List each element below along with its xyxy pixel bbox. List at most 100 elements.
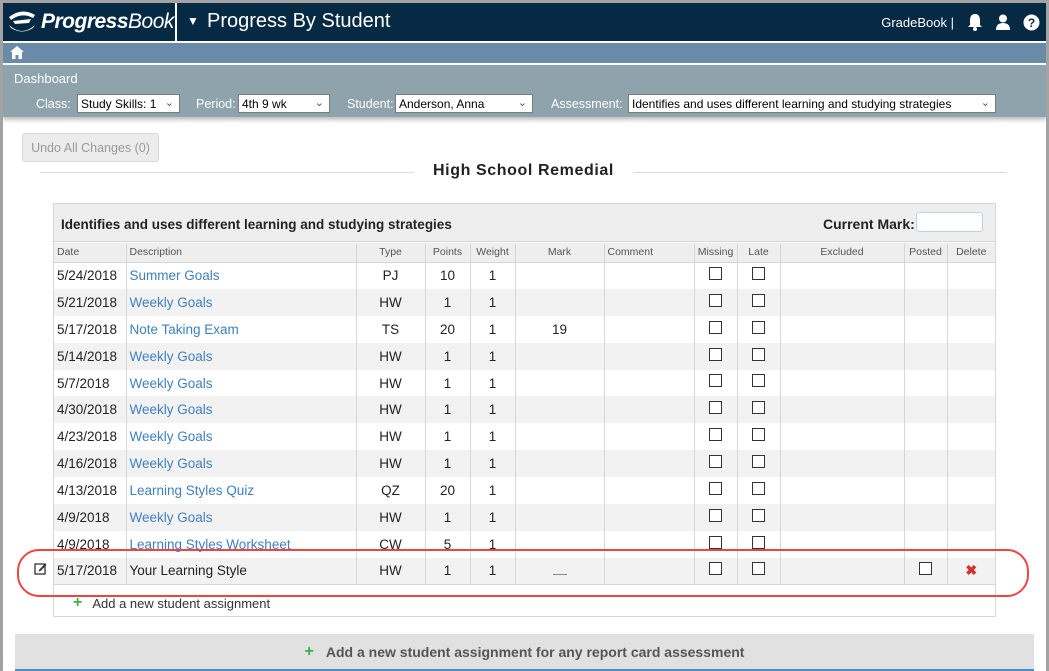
delete-cell	[946, 477, 995, 505]
col-header-posted[interactable]: Posted	[903, 243, 947, 263]
assignment-link[interactable]: Weekly Goals	[130, 376, 213, 391]
assessment-select[interactable]: Identifies and uses different learning a…	[628, 94, 996, 113]
edit-icon[interactable]	[34, 562, 47, 575]
comment-cell[interactable]	[603, 396, 694, 424]
mark-cell[interactable]	[514, 288, 604, 316]
assignment-link[interactable]: Weekly Goals	[130, 402, 213, 417]
comment-cell[interactable]	[603, 557, 694, 586]
home-icon[interactable]	[10, 46, 24, 59]
comment-cell[interactable]	[603, 477, 694, 505]
add-any-assessment-button[interactable]: + Add a new student assignment for any r…	[15, 634, 1034, 671]
late-checkbox[interactable]	[752, 482, 765, 495]
late-checkbox[interactable]	[752, 455, 765, 469]
type-cell[interactable]: HW	[355, 557, 425, 586]
help-icon[interactable]: ?	[1022, 13, 1040, 31]
period-select[interactable]: 4th 9 wk ⌄	[238, 94, 330, 113]
breadcrumb-dashboard[interactable]: Dashboard	[14, 71, 78, 86]
progressbook-logo[interactable]: ProgressBook	[7, 7, 174, 37]
assignment-link[interactable]: Learning Styles Worksheet	[130, 537, 291, 552]
late-checkbox[interactable]	[752, 320, 765, 334]
col-header-points[interactable]: Points	[424, 243, 470, 263]
assignment-link[interactable]: Weekly Goals	[130, 429, 213, 444]
missing-checkbox[interactable]	[709, 374, 722, 388]
late-checkbox[interactable]	[752, 428, 765, 442]
late-checkbox[interactable]	[752, 562, 765, 576]
mark-cell[interactable]	[514, 530, 604, 558]
undo-all-changes-button[interactable]: Undo All Changes (0)	[22, 133, 159, 162]
late-checkbox[interactable]	[752, 347, 765, 361]
col-header-description[interactable]: Description	[125, 243, 356, 263]
late-checkbox[interactable]	[752, 293, 765, 307]
mark-cell[interactable]	[514, 423, 604, 451]
col-header-delete[interactable]: Delete	[946, 243, 995, 263]
col-header-late[interactable]: Late	[736, 243, 780, 263]
posted-checkbox[interactable]	[919, 562, 932, 576]
date-cell[interactable]: 5/17/2018	[54, 557, 126, 586]
comment-cell[interactable]	[603, 450, 694, 478]
missing-checkbox[interactable]	[709, 562, 722, 576]
mark-cell[interactable]	[514, 557, 604, 586]
col-header-mark[interactable]: Mark	[514, 243, 604, 263]
col-header-excluded[interactable]: Excluded	[779, 243, 904, 263]
missing-checkbox[interactable]	[709, 401, 722, 415]
mark-cell[interactable]	[514, 450, 604, 478]
mark-cell[interactable]	[514, 396, 604, 424]
missing-checkbox[interactable]	[709, 482, 722, 495]
assignment-link[interactable]: Weekly Goals	[130, 295, 213, 310]
assignment-link[interactable]: Weekly Goals	[130, 349, 213, 364]
assignment-link[interactable]: Weekly Goals	[130, 456, 213, 471]
mark-cell[interactable]	[514, 342, 604, 370]
app-menu-caret-icon[interactable]: ▼	[187, 14, 199, 28]
late-checkbox[interactable]	[752, 535, 765, 549]
col-header-missing[interactable]: Missing	[693, 243, 737, 263]
missing-checkbox[interactable]	[709, 455, 722, 469]
comment-cell[interactable]	[603, 369, 694, 397]
missing-checkbox[interactable]	[709, 320, 722, 334]
late-checkbox[interactable]	[752, 508, 765, 522]
col-header-type[interactable]: Type	[355, 243, 425, 263]
col-header-comment[interactable]: Comment	[603, 243, 694, 263]
weight-cell[interactable]: 1	[469, 557, 515, 586]
mark-placeholder[interactable]	[552, 574, 567, 576]
page-title[interactable]: Progress By Student	[207, 10, 390, 33]
comment-cell[interactable]	[603, 530, 694, 558]
comment-cell[interactable]	[603, 423, 694, 451]
mark-cell[interactable]: 19	[514, 315, 604, 343]
user-icon[interactable]	[994, 13, 1012, 31]
late-checkbox[interactable]	[752, 401, 765, 415]
mark-cell[interactable]	[514, 504, 604, 531]
assignment-link[interactable]: Weekly Goals	[130, 510, 213, 525]
posted-cell	[903, 315, 947, 343]
class-select[interactable]: Study Skills: 1 ⌄	[77, 94, 180, 113]
assignment-link[interactable]: Learning Styles Quiz	[130, 483, 255, 498]
missing-checkbox[interactable]	[709, 293, 722, 307]
comment-cell[interactable]	[603, 288, 694, 316]
missing-checkbox[interactable]	[709, 535, 722, 549]
col-header-date[interactable]: Date	[54, 243, 126, 263]
gradebook-link[interactable]: GradeBook |	[881, 15, 954, 30]
current-mark-input[interactable]	[916, 212, 983, 232]
mark-cell[interactable]	[514, 262, 604, 289]
mark-cell[interactable]	[514, 477, 604, 505]
missing-checkbox[interactable]	[709, 347, 722, 361]
late-checkbox[interactable]	[752, 374, 765, 388]
bell-icon[interactable]	[966, 13, 984, 31]
mark-cell[interactable]	[514, 369, 604, 397]
missing-checkbox[interactable]	[709, 267, 722, 281]
student-select[interactable]: Anderson, Anna ⌄	[395, 94, 533, 113]
points-cell[interactable]: 1	[424, 557, 470, 586]
description-cell[interactable]: Your Learning Style	[125, 557, 356, 586]
points-cell: 1	[424, 504, 470, 531]
delete-x-icon[interactable]: ✖	[965, 562, 977, 578]
assignment-link[interactable]: Summer Goals	[130, 268, 220, 283]
col-header-weight[interactable]: Weight	[469, 243, 515, 263]
comment-cell[interactable]	[603, 262, 694, 289]
missing-checkbox[interactable]	[709, 428, 722, 442]
missing-checkbox[interactable]	[709, 508, 722, 522]
comment-cell[interactable]	[603, 342, 694, 370]
comment-cell[interactable]	[603, 504, 694, 531]
add-student-assignment-link[interactable]: + Add a new student assignment	[73, 594, 270, 612]
assignment-link[interactable]: Note Taking Exam	[130, 322, 239, 337]
late-checkbox[interactable]	[752, 267, 765, 281]
comment-cell[interactable]	[603, 315, 694, 343]
